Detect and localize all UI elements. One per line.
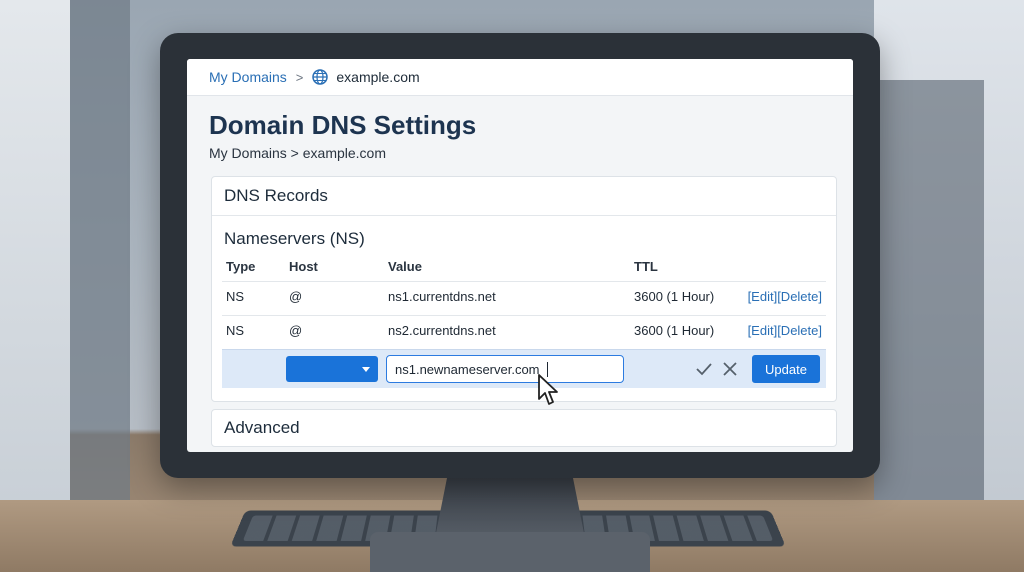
delete-link[interactable]: [Delete] [777,323,822,338]
column-header-value: Value [388,259,422,274]
record-actions: [Edit][Delete] [748,289,822,304]
table-row: NS @ ns1.currentdns.net 3600 (1 Hour) [E… [222,289,826,316]
table-header-row: Type Host Value TTL [222,259,826,282]
dns-records-card: DNS Records Nameservers (NS) Type Host V… [211,176,837,402]
chevron-down-icon [362,367,370,372]
table-row: NS @ ns2.currentdns.net 3600 (1 Hour) [E… [222,323,826,349]
record-actions: [Edit][Delete] [748,323,822,338]
globe-icon [312,69,329,85]
record-type: NS [226,323,245,338]
column-header-host: Host [289,259,318,274]
record-value: ns1.currentdns.net [388,289,496,304]
dns-records-header[interactable]: DNS Records [212,177,836,216]
mouse-pointer-icon [538,374,558,405]
nameserver-value-input[interactable] [386,355,624,383]
record-type-select[interactable] [286,356,378,382]
top-breadcrumb-bar: My Domains > example.com [187,59,853,96]
background-shelf [874,80,984,500]
record-ttl: 3600 (1 Hour) [634,323,715,338]
page-title: Domain DNS Settings [209,110,477,140]
screen: My Domains > example.com Domain DNS Sett… [187,59,853,452]
background-pillar [70,0,130,500]
advanced-card: Advanced [211,409,837,447]
record-host: @ [289,323,303,338]
record-ttl: 3600 (1 Hour) [634,289,715,304]
record-type: NS [226,289,245,304]
close-icon[interactable] [721,360,739,378]
record-host: @ [289,289,303,304]
update-button[interactable]: Update [752,355,820,383]
check-icon[interactable] [695,360,713,378]
advanced-header[interactable]: Advanced [212,410,836,446]
monitor-stand-base [370,532,650,572]
breadcrumb-separator: > [295,69,304,85]
edit-link[interactable]: [Edit] [748,323,778,338]
record-value: ns2.currentdns.net [388,323,496,338]
monitor-stand [435,478,585,538]
delete-link[interactable]: [Delete] [777,289,822,304]
background-window [0,0,70,500]
column-header-type: Type [226,259,256,274]
my-domains-link[interactable]: My Domains [209,69,287,85]
page-breadcrumb: My Domains > example.com [209,145,387,161]
nameservers-section-title: Nameservers (NS) [224,229,365,248]
edit-link[interactable]: [Edit] [748,289,778,304]
breadcrumb-domain: example.com [336,69,420,85]
edit-record-row: Update [222,349,826,388]
column-header-ttl: TTL [634,259,658,274]
